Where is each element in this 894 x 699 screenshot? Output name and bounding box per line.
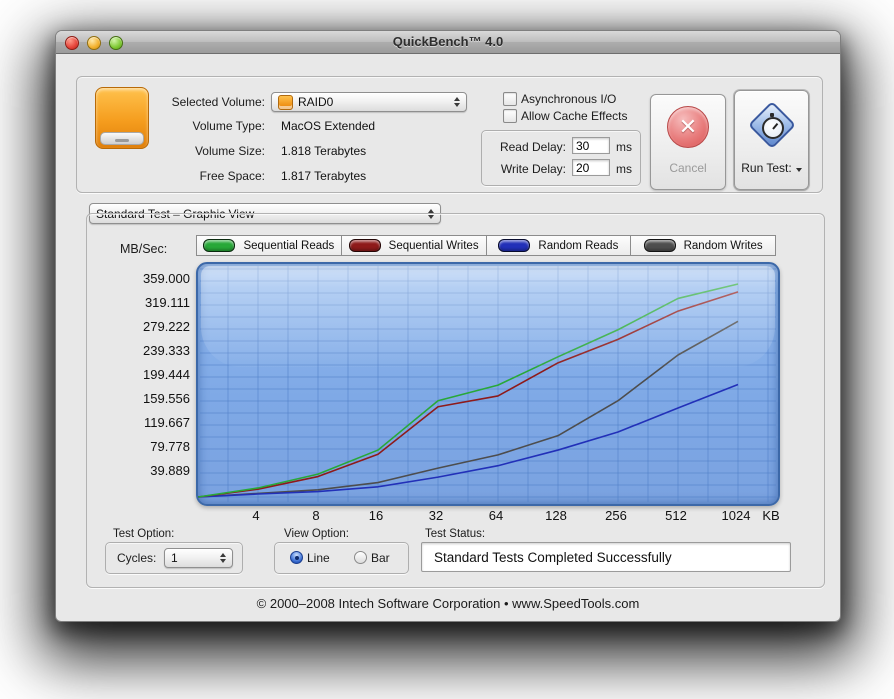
run-test-label: Run Test: [735, 161, 808, 175]
selected-volume-label: Selected Volume: [171, 95, 265, 109]
cycles-select[interactable]: 1 [164, 548, 233, 568]
x-tick-label: 64 [488, 508, 504, 523]
write-delay-label: Write Delay: [500, 162, 566, 176]
x-axis-labels: KB 4 8 16 32 64 128 256 512 1024 [196, 508, 816, 526]
test-status-field: Standard Tests Completed Successfully [421, 542, 791, 572]
window-title: QuickBench™ 4.0 [392, 34, 504, 49]
x-axis-unit: KB [762, 508, 780, 523]
cache-effects-checkbox[interactable] [503, 109, 517, 123]
volume-type-value: MacOS Extended [281, 119, 376, 133]
legend-swatch [348, 239, 381, 252]
x-tick-label: 4 [252, 508, 260, 523]
popup-arrows-icon [214, 553, 226, 563]
volume-select[interactable]: RAID0 [271, 92, 467, 112]
y-tick-label: 279.222 [143, 319, 190, 334]
title-bar[interactable]: QuickBench™ 4.0 [56, 31, 840, 54]
bar-radio-label[interactable]: Bar [371, 551, 390, 565]
view-option-box: Line Bar [274, 542, 409, 574]
legend-item: Sequential Reads [196, 235, 342, 256]
x-tick-label: 256 [605, 508, 627, 523]
y-axis-labels: 359.000 319.111 279.222 239.333 199.444 159.5… [86, 262, 190, 502]
line-radio-label[interactable]: Line [307, 551, 330, 565]
legend-label: Random Writes [683, 239, 763, 252]
y-tick-label: 239.333 [143, 343, 190, 358]
test-status-value: Standard Tests Completed Successfully [434, 549, 672, 565]
y-tick-label: 319.111 [144, 295, 190, 310]
volume-mini-icon [278, 94, 293, 110]
delay-box: Read Delay: ms Write Delay: ms [481, 130, 641, 186]
read-delay-unit: ms [616, 140, 632, 154]
write-delay-unit: ms [616, 162, 632, 176]
async-io-checkbox[interactable] [503, 92, 517, 106]
desktop: QuickBench™ 4.0 Selected Volume: Volume … [0, 0, 894, 699]
read-delay-input[interactable] [572, 137, 610, 154]
volume-panel: Selected Volume: Volume Type: Volume Siz… [76, 76, 823, 193]
free-space-label: Free Space: [199, 169, 265, 183]
cancel-button-label: Cancel [669, 161, 707, 175]
async-io-label[interactable]: Asynchronous I/O [521, 92, 616, 106]
x-tick-label: 16 [368, 508, 384, 523]
run-test-diamond-icon [746, 99, 798, 151]
bar-radio[interactable] [354, 551, 367, 564]
y-tick-label: 199.444 [143, 367, 190, 382]
footer-text: © 2000–2008 Intech Software Corporation … [256, 596, 640, 611]
cancel-x-icon: ✕ [667, 106, 709, 148]
stopwatch-icon [761, 113, 784, 139]
run-test-button[interactable]: Run Test: [734, 90, 809, 190]
volume-type-label: Volume Type: [192, 119, 266, 133]
cycles-box: Cycles: 1 [105, 542, 243, 574]
write-delay-input[interactable] [572, 159, 610, 176]
free-space-value: 1.817 Terabytes [281, 169, 367, 183]
read-delay-label: Read Delay: [499, 140, 566, 154]
x-tick-label: 8 [312, 508, 320, 523]
x-tick-label: 32 [428, 508, 444, 523]
cycles-value: 1 [171, 551, 178, 565]
legend-item: Random Writes [630, 235, 776, 256]
quickbench-window: QuickBench™ 4.0 Selected Volume: Volume … [55, 30, 841, 622]
benchmark-chart [196, 262, 780, 506]
cache-effects-label[interactable]: Allow Cache Effects [521, 109, 628, 123]
y-tick-label: 79.778 [150, 438, 190, 454]
test-option-label: Test Option: [113, 528, 175, 540]
legend-label: Sequential Writes [388, 239, 479, 252]
y-tick-label: 359.000 [143, 271, 190, 286]
volume-size-label: Volume Size: [194, 144, 265, 158]
view-option-label: View Option: [284, 528, 349, 540]
chart-legend: Sequential Reads Sequential Writes Rando… [196, 235, 776, 256]
volume-select-value: RAID0 [298, 95, 334, 109]
legend-swatch [203, 239, 236, 252]
cancel-button[interactable]: ✕ Cancel [650, 94, 726, 190]
x-tick-label: 1024 [721, 508, 751, 523]
test-status-label: Test Status: [425, 528, 486, 540]
volume-size-value: 1.818 Terabytes [281, 144, 367, 158]
legend-swatch [643, 239, 676, 252]
x-tick-label: 128 [545, 508, 567, 523]
legend-item: Random Reads [485, 235, 632, 256]
y-tick-label: 39.889 [150, 462, 190, 478]
legend-swatch [498, 239, 531, 252]
drive-icon-slot [115, 139, 129, 142]
y-tick-label: 119.667 [143, 414, 190, 430]
legend-label: Sequential Reads [243, 239, 335, 252]
legend-label: Random Reads [538, 239, 619, 252]
x-tick-label: 512 [665, 508, 687, 523]
popup-arrows-icon [448, 97, 460, 107]
y-tick-label: 159.556 [143, 390, 190, 406]
chart-plot [198, 266, 776, 502]
line-radio[interactable] [290, 551, 303, 564]
dropdown-arrow-icon [795, 168, 802, 172]
cycles-label: Cycles: [117, 551, 157, 565]
y-axis-title: MB/Sec: [120, 242, 168, 256]
legend-item: Sequential Writes [340, 235, 487, 256]
